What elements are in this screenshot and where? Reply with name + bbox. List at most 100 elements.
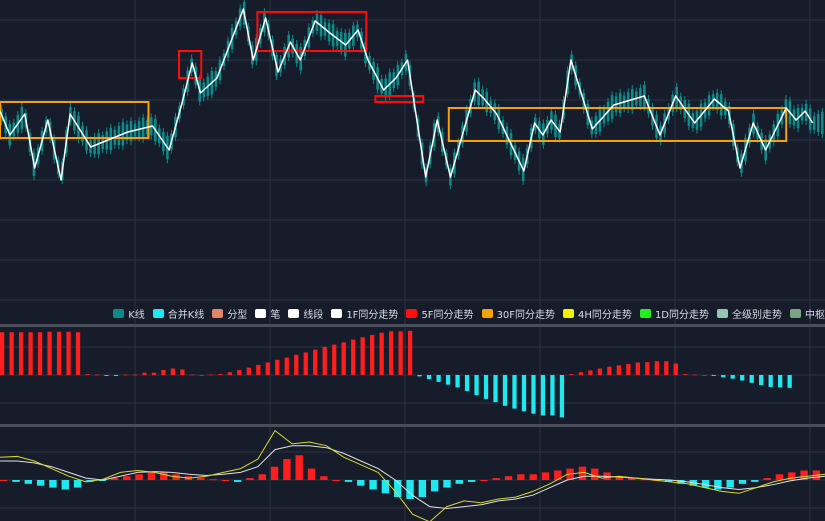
macd-histogram-bar xyxy=(275,359,280,375)
macd-histogram-bar xyxy=(49,480,57,488)
macd-histogram-bar xyxy=(730,375,735,379)
macd-histogram-bar xyxy=(199,375,204,376)
macd-histogram-bar xyxy=(73,480,82,488)
macd-histogram-bar xyxy=(283,459,291,480)
macd-histogram-bar xyxy=(221,480,230,481)
macd-histogram-bar xyxy=(344,480,353,482)
macd-histogram-bar xyxy=(113,375,119,376)
macd-histogram-bar xyxy=(265,362,270,375)
macd-histogram-bar xyxy=(351,339,356,375)
macd-histogram-bar xyxy=(445,375,451,385)
macd-histogram-bar xyxy=(407,330,413,375)
legend-swatch xyxy=(790,308,801,318)
legend-swatch xyxy=(288,308,300,318)
macd-histogram-bar xyxy=(389,331,394,375)
macd-histogram-bar xyxy=(635,362,640,375)
macd-histogram-bar xyxy=(256,364,261,375)
macd-histogram-bar xyxy=(123,476,131,480)
macd-histogram-bar xyxy=(180,369,185,375)
macd-histogram-bar xyxy=(123,374,128,376)
macd-histogram-bar xyxy=(540,375,546,416)
macd-histogram-bar xyxy=(455,480,463,484)
macd-histogram-bar xyxy=(322,346,327,375)
macd-histogram-bar xyxy=(233,480,242,482)
legend-swatch xyxy=(212,308,224,318)
macd-histogram-bar xyxy=(740,375,745,381)
macd-histogram-bar xyxy=(726,480,734,488)
legend-item[interactable]: 30F同分走势 xyxy=(481,306,556,321)
macd-histogram-bar xyxy=(189,374,195,376)
macd-histogram-bar xyxy=(541,472,550,480)
macd-histogram-bar xyxy=(645,362,650,375)
legend-item[interactable]: 1D同分走势 xyxy=(639,306,709,321)
macd-histogram-bar xyxy=(227,372,232,375)
macd-histogram-bar xyxy=(104,375,109,376)
macd-histogram-bar xyxy=(578,372,584,375)
legend: K线 合并K线 分型 笔 线段 1F同分走势 5F同分走势 30F同分走势 4H同分走势 1D同分… xyxy=(60,305,825,321)
macd-histogram-bar xyxy=(135,474,143,480)
legend-label: 合并K线 xyxy=(167,309,205,321)
chart-stage: K线 合并K线 分型 笔 线段 1F同分走势 5F同分走势 30F同分走势 4H同分走势 1D同分… xyxy=(0,0,825,521)
legend-swatch xyxy=(639,308,651,318)
macd-histogram-bar xyxy=(531,375,536,414)
macd-histogram-bar xyxy=(85,374,90,375)
macd-histogram-bar xyxy=(692,374,697,376)
legend-label: K线 xyxy=(128,309,145,321)
legend-item[interactable]: 全级别走势 xyxy=(717,306,782,321)
macd-histogram-bar xyxy=(258,474,266,480)
macd-histogram-bar xyxy=(381,480,390,494)
macd-histogram-bar xyxy=(436,375,441,382)
macd-histogram-bar xyxy=(332,344,337,375)
macd-histogram-bar xyxy=(170,368,176,375)
legend-item[interactable]: K线 xyxy=(113,306,145,321)
macd-histogram-bar xyxy=(151,372,157,375)
macd-histogram-bar xyxy=(763,478,771,480)
legend-label: 30F同分走势 xyxy=(496,309,556,321)
macd-histogram-bar xyxy=(24,480,33,484)
macd-histogram-bar xyxy=(418,480,427,498)
legend-item[interactable]: 笔 xyxy=(255,306,280,321)
macd-histogram-bar xyxy=(702,375,707,376)
macd-histogram-bar xyxy=(75,332,81,375)
legend-swatch xyxy=(113,308,125,318)
legend-item[interactable]: 中枢 xyxy=(790,306,825,321)
legend-item[interactable]: 4H同分走势 xyxy=(563,306,632,321)
candle-body xyxy=(812,116,816,130)
legend-item[interactable]: 合并K线 xyxy=(152,306,205,321)
macd-histogram-bar xyxy=(517,474,525,480)
legend-swatch xyxy=(152,308,164,318)
macd-histogram-bar xyxy=(270,466,279,480)
macd-histogram-bar xyxy=(664,361,669,375)
macd-histogram-bar xyxy=(569,374,574,375)
legend-item[interactable]: 线段 xyxy=(288,306,323,321)
macd-histogram-bar xyxy=(550,375,555,416)
legend-item[interactable]: 1F同分走势 xyxy=(331,306,398,321)
legend-label: 4H同分走势 xyxy=(578,309,632,321)
legend-swatch xyxy=(406,308,418,318)
macd-histogram-bar xyxy=(483,375,489,399)
macd-histogram-bar xyxy=(749,375,754,383)
legend-label: 中枢 xyxy=(805,309,825,321)
macd-histogram-bar xyxy=(147,472,156,480)
macd-histogram-bar xyxy=(467,480,476,482)
legend-label: 全级别走势 xyxy=(732,309,782,321)
legend-label: 5F同分走势 xyxy=(421,309,474,321)
macd-histogram-bar xyxy=(455,375,460,388)
macd-histogram-bar xyxy=(607,366,612,375)
legend-item[interactable]: 5F同分走势 xyxy=(406,306,474,321)
legend-swatch xyxy=(717,308,728,318)
legend-label: 笔 xyxy=(270,309,281,321)
macd-histogram-bar xyxy=(616,365,621,375)
panel-divider xyxy=(0,424,825,427)
legend-item[interactable]: 分型 xyxy=(212,306,247,321)
macd-histogram-bar xyxy=(37,332,43,375)
macd-histogram-bar xyxy=(18,332,24,375)
chan-chart xyxy=(0,0,825,521)
macd-histogram-bar xyxy=(307,468,316,480)
macd-histogram-bar xyxy=(626,363,631,375)
panel-divider xyxy=(0,324,825,327)
macd-histogram-bar xyxy=(474,375,479,396)
macd-histogram-bar xyxy=(47,331,52,375)
macd-histogram-bar xyxy=(738,480,747,484)
macd-histogram-bar xyxy=(721,375,726,378)
